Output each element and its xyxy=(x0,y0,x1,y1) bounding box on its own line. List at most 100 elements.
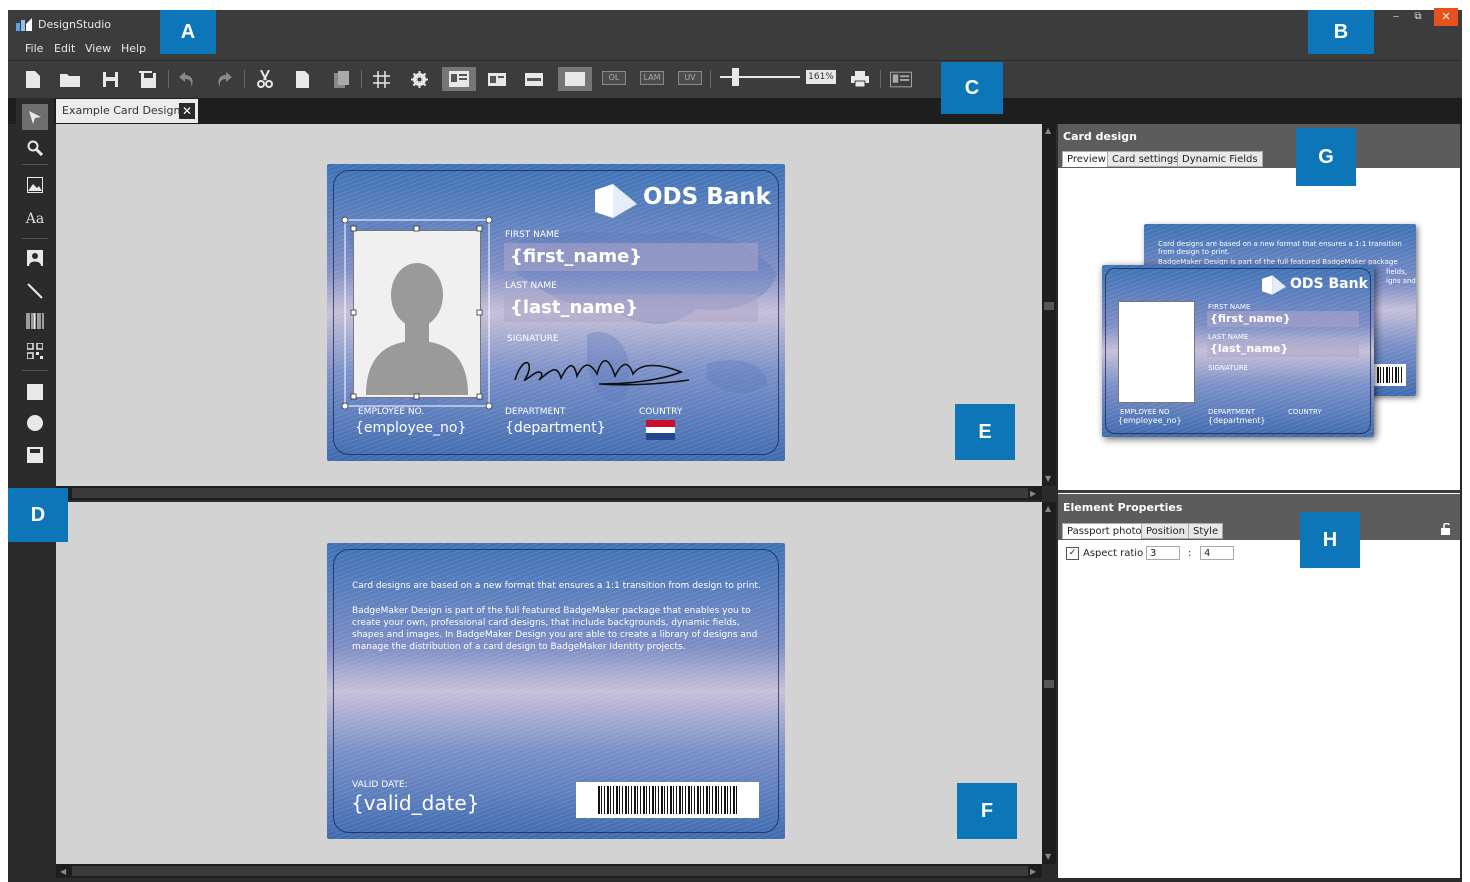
front-vertical-scroll-thumb[interactable] xyxy=(1044,302,1054,310)
grid-button[interactable] xyxy=(370,67,392,91)
tab-position[interactable]: Position xyxy=(1141,523,1190,539)
zoom-slider-thumb[interactable] xyxy=(732,68,739,86)
card-design-title: Card design xyxy=(1063,130,1137,143)
split-view-button[interactable] xyxy=(523,67,545,91)
photo-tool[interactable] xyxy=(22,245,48,271)
barcode[interactable] xyxy=(576,782,759,818)
first-name-field[interactable]: {first_name} xyxy=(510,246,642,267)
text-tool[interactable]: Aa xyxy=(22,206,48,232)
settings-button[interactable] xyxy=(408,67,430,91)
aspect-separator: : xyxy=(1188,548,1192,559)
circle-icon xyxy=(27,415,43,431)
scroll-down-arrow-icon[interactable]: ▼ xyxy=(1045,474,1051,483)
zoom-tool[interactable] xyxy=(22,135,48,161)
cut-button[interactable] xyxy=(254,67,276,91)
qrcode-tool[interactable] xyxy=(22,338,48,364)
aspect-height-input[interactable]: 4 xyxy=(1200,546,1234,560)
front-view-button[interactable] xyxy=(442,67,476,91)
scroll-right-arrow-icon[interactable]: ▶ xyxy=(1030,867,1036,876)
printer-icon xyxy=(851,71,869,87)
callout-c: C xyxy=(941,62,1003,114)
back-text-2[interactable]: BadgeMaker Design is part of the full fe… xyxy=(352,605,762,653)
tab-dynamic-fields[interactable]: Dynamic Fields xyxy=(1177,151,1263,167)
line-tool[interactable] xyxy=(22,278,48,304)
open-button[interactable] xyxy=(59,67,81,91)
paste-icon xyxy=(333,70,349,88)
tab-passport-photo[interactable]: Passport photo xyxy=(1062,523,1147,539)
panel-divider[interactable] xyxy=(1058,490,1460,493)
menu-file[interactable]: File xyxy=(25,42,43,55)
copy-button[interactable] xyxy=(291,67,313,91)
print-button[interactable] xyxy=(849,67,871,91)
save-as-button[interactable] xyxy=(136,67,158,91)
back-text-1[interactable]: Card designs are based on a new format t… xyxy=(352,580,762,592)
document-tab-label: Example Card Design 5 xyxy=(62,104,191,117)
copy-icon xyxy=(295,70,309,88)
overlay-lam-button[interactable]: LAM xyxy=(640,71,664,85)
card-blank-icon xyxy=(565,72,585,86)
valid-date-field[interactable]: {valid_date} xyxy=(351,791,479,815)
menu-view[interactable]: View xyxy=(85,42,111,55)
aspect-ratio-checkbox[interactable]: ✓ xyxy=(1066,547,1079,560)
image-tool[interactable] xyxy=(22,172,48,198)
redo-button[interactable] xyxy=(213,67,235,91)
preview-last-name-label: LAST NAME xyxy=(1208,333,1249,341)
export-tool[interactable] xyxy=(22,442,48,468)
undo-button[interactable] xyxy=(176,67,198,91)
rectangle-tool[interactable] xyxy=(22,379,48,405)
department-label: DEPARTMENT xyxy=(505,407,566,417)
aspect-ratio-label: Aspect ratio xyxy=(1083,548,1144,559)
scroll-up-arrow-icon[interactable]: ▲ xyxy=(1045,504,1051,513)
folder-icon xyxy=(60,73,80,87)
document-tab[interactable]: Example Card Design 5 ✕ xyxy=(56,99,198,123)
card-back[interactable]: Card designs are based on a new format t… xyxy=(327,543,785,839)
tab-preview[interactable]: Preview xyxy=(1062,151,1111,167)
signature-graphic[interactable] xyxy=(511,350,701,390)
paste-button[interactable] xyxy=(330,67,352,91)
last-name-label: LAST NAME xyxy=(505,281,557,291)
scroll-right-arrow-icon[interactable]: ▶ xyxy=(1030,489,1036,498)
back-horizontal-scroll-thumb[interactable] xyxy=(72,866,1028,876)
barcode-icon xyxy=(26,313,44,329)
tab-card-settings[interactable]: Card settings xyxy=(1107,151,1184,167)
back-view-button[interactable] xyxy=(486,67,508,91)
selection-handles[interactable] xyxy=(341,216,493,410)
signature-label: SIGNATURE xyxy=(507,334,559,344)
card-split-icon xyxy=(525,72,543,86)
callout-d: D xyxy=(8,488,68,542)
document-tab-strip xyxy=(8,98,1462,124)
tab-style[interactable]: Style xyxy=(1188,523,1224,539)
scroll-up-arrow-icon[interactable]: ▲ xyxy=(1045,126,1051,135)
aspect-width-input[interactable]: 3 xyxy=(1146,546,1180,560)
ellipse-tool[interactable] xyxy=(22,410,48,436)
scroll-down-arrow-icon[interactable]: ▼ xyxy=(1045,852,1051,861)
save-button[interactable] xyxy=(99,67,121,91)
menu-edit[interactable]: Edit xyxy=(54,42,75,55)
card-preview-button[interactable] xyxy=(890,67,912,91)
employee-label: EMPLOYEE NO. xyxy=(358,407,425,417)
close-tab-icon[interactable]: ✕ xyxy=(179,103,195,119)
app-logo-icon xyxy=(16,18,32,31)
employee-field[interactable]: {employee_no} xyxy=(355,420,466,436)
card-outline-button[interactable] xyxy=(558,67,592,91)
scroll-left-arrow-icon[interactable]: ◀ xyxy=(60,867,66,876)
callout-f: F xyxy=(957,783,1017,839)
card-front[interactable]: ODS Bank FIRST NAME {first_name} LAST NA… xyxy=(327,164,785,461)
close-window-button[interactable]: ✕ xyxy=(1434,8,1458,26)
netherlands-flag-icon[interactable] xyxy=(646,420,675,440)
restore-button[interactable]: ⧉ xyxy=(1410,10,1426,26)
department-field[interactable]: {department} xyxy=(505,420,606,436)
last-name-field[interactable]: {last_name} xyxy=(510,297,638,318)
front-horizontal-scroll-thumb[interactable] xyxy=(72,488,1028,498)
menu-help[interactable]: Help xyxy=(121,42,146,55)
back-vertical-scroll-thumb[interactable] xyxy=(1044,680,1054,688)
overlay-ol-button[interactable]: OL xyxy=(602,71,626,85)
lock-icon[interactable] xyxy=(1440,523,1452,535)
overlay-uv-button[interactable]: UV xyxy=(678,71,702,85)
line-icon xyxy=(27,283,43,299)
select-tool[interactable] xyxy=(22,104,48,130)
barcode-tool[interactable] xyxy=(22,308,48,334)
zoom-level[interactable]: 161% xyxy=(806,70,836,84)
new-button[interactable] xyxy=(22,67,44,91)
minimize-button[interactable]: ‒ xyxy=(1388,10,1404,26)
